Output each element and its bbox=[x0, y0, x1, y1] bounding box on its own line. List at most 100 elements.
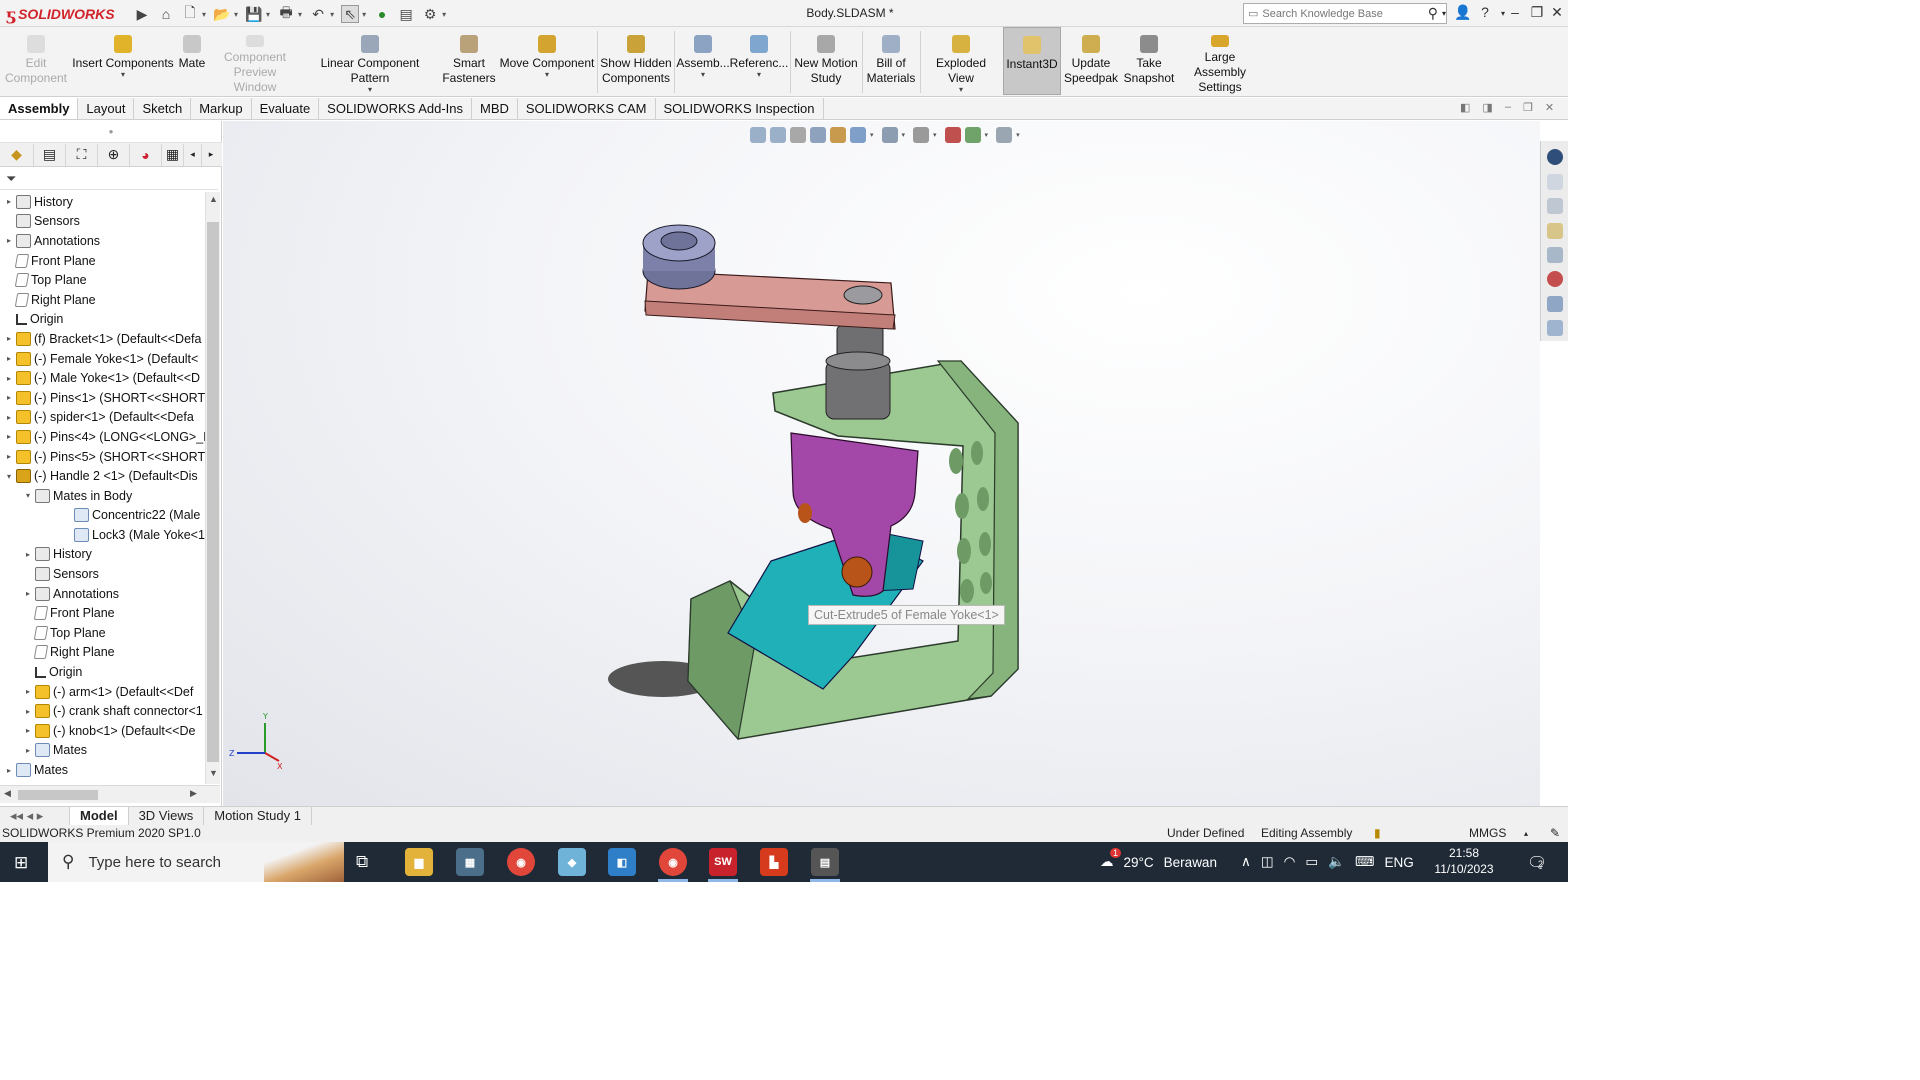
tab-evaluate[interactable]: Evaluate bbox=[252, 98, 320, 119]
tile-left-icon[interactable]: ◧ bbox=[1460, 101, 1470, 114]
notifications-icon[interactable]: 🗨 2 bbox=[1527, 853, 1547, 873]
tree-node[interactable]: ▸ (-) Male Yoke<1> (Default<<D bbox=[0, 368, 205, 388]
exploded-view-button[interactable]: Exploded View ▾ bbox=[922, 27, 1000, 95]
tree-node[interactable]: ▾ (-) Handle 2 <1> (Default<Dis bbox=[0, 466, 205, 486]
home-icon[interactable]: ⌂ bbox=[157, 5, 175, 23]
tree-node[interactable]: Origin bbox=[0, 310, 205, 330]
taskbar-search[interactable]: ⚲ Type here to search bbox=[48, 842, 344, 882]
expand-icon[interactable]: ▸ bbox=[4, 432, 14, 441]
forum-icon[interactable] bbox=[1547, 320, 1563, 336]
tree-node[interactable]: Sensors bbox=[0, 212, 205, 232]
tab-solidworks-cam[interactable]: SOLIDWORKS CAM bbox=[518, 98, 656, 119]
tab-3d-views[interactable]: 3D Views bbox=[129, 807, 205, 825]
chevron-down-icon[interactable]: ▾ bbox=[1442, 9, 1446, 18]
search-icon[interactable]: ⚲ bbox=[1428, 5, 1438, 22]
expand-icon[interactable]: ▸ bbox=[23, 746, 33, 755]
panel-grip[interactable]: ● bbox=[0, 121, 222, 143]
large-assembly-settings-button[interactable]: Large Assembly Settings bbox=[1178, 27, 1262, 95]
flyout-arrow-icon[interactable]: ▶ bbox=[133, 5, 151, 23]
tree-node[interactable]: ▸ (-) crank shaft connector<1 bbox=[0, 701, 205, 721]
tree-node[interactable]: Top Plane bbox=[0, 623, 205, 643]
app-icon[interactable]: ◆ bbox=[558, 848, 586, 876]
graphics-area[interactable]: ▾ ▾ ▾ ▾ ▾ Y X Z Cut-Extrude5 of Female Y… bbox=[223, 121, 1540, 806]
expand-icon[interactable]: ▸ bbox=[23, 550, 33, 559]
print-icon[interactable]: 🖶 bbox=[277, 4, 295, 23]
viewport-minimize-icon[interactable]: – bbox=[1505, 101, 1511, 114]
expand-icon[interactable]: ▸ bbox=[4, 452, 14, 461]
viewport-close-icon[interactable]: ✕ bbox=[1545, 101, 1554, 114]
new-document-icon[interactable]: 🗋 bbox=[181, 4, 199, 23]
rebuild-status-icon[interactable]: ▮ bbox=[1374, 825, 1381, 842]
save-icon[interactable]: 💾 bbox=[245, 5, 263, 23]
chevron-down-icon[interactable]: ▾ bbox=[701, 71, 705, 79]
chevron-down-icon[interactable]: ▾ bbox=[757, 71, 761, 79]
solidworks-resources-icon[interactable] bbox=[1547, 149, 1563, 165]
weather-description[interactable]: Berawan bbox=[1164, 855, 1217, 870]
chevron-down-icon[interactable]: ▾ bbox=[368, 86, 372, 94]
options-gear-icon[interactable]: ⚙ bbox=[421, 5, 439, 23]
expand-icon[interactable]: ▸ bbox=[4, 413, 14, 422]
tree-node[interactable]: ▸ History bbox=[0, 545, 205, 565]
chrome-profile-app-icon[interactable]: ◉ bbox=[659, 848, 687, 876]
scrollbar-thumb[interactable] bbox=[207, 222, 219, 762]
solidworks-app-icon[interactable]: SW bbox=[709, 848, 737, 876]
quick-tips-icon[interactable]: ✎ bbox=[1550, 825, 1560, 842]
expand-icon[interactable]: ▸ bbox=[23, 726, 33, 735]
dimxpert-tab-icon[interactable]: ⊕ bbox=[98, 143, 130, 166]
scroll-right-icon[interactable]: ▶ bbox=[190, 788, 197, 799]
component-preview-button[interactable]: Component Preview Window bbox=[212, 27, 298, 95]
appearances-icon[interactable] bbox=[1547, 271, 1563, 287]
language-indicator[interactable]: ENG bbox=[1384, 855, 1413, 870]
file-explorer-app-icon[interactable]: ▆ bbox=[405, 848, 433, 876]
expand-icon[interactable]: ▸ bbox=[4, 393, 14, 402]
pdf-app-icon[interactable]: ▤ bbox=[811, 848, 839, 876]
configuration-manager-tab-icon[interactable]: ⛶ bbox=[66, 143, 98, 166]
new-motion-study-button[interactable]: New Motion Study bbox=[793, 27, 859, 95]
shaft-part[interactable] bbox=[825, 325, 891, 420]
tree-node[interactable]: Origin bbox=[0, 662, 205, 682]
user-icon[interactable]: 👤 bbox=[1452, 4, 1474, 21]
chrome-app-icon[interactable]: ◉ bbox=[507, 848, 535, 876]
take-snapshot-button[interactable]: Take Snapshot bbox=[1122, 27, 1176, 95]
tree-node[interactable]: Sensors bbox=[0, 564, 205, 584]
calculator-app-icon[interactable]: ▦ bbox=[456, 848, 484, 876]
tree-node[interactable]: Right Plane bbox=[0, 643, 205, 663]
chevron-down-icon[interactable]: ▾ bbox=[362, 10, 366, 19]
taskbar-search-input[interactable]: Type here to search bbox=[88, 854, 221, 871]
tree-node[interactable]: Lock3 (Male Yoke<1 bbox=[0, 525, 205, 545]
scroll-left-icon[interactable]: ◂ bbox=[184, 143, 202, 166]
weather-icon[interactable]: ☁ 1 bbox=[1100, 848, 1122, 870]
chevron-down-icon[interactable]: ▾ bbox=[202, 10, 206, 19]
feature-manager-tab-icon[interactable]: ◆ bbox=[0, 143, 34, 166]
tree-node[interactable]: ▸ Annotations bbox=[0, 231, 205, 251]
expand-icon[interactable]: ▸ bbox=[4, 766, 14, 775]
knob-part[interactable] bbox=[642, 224, 716, 290]
tab-model[interactable]: Model bbox=[70, 807, 129, 825]
tab-sketch[interactable]: Sketch bbox=[134, 98, 192, 119]
outlook-app-icon[interactable]: ◧ bbox=[608, 848, 636, 876]
tile-right-icon[interactable]: ◨ bbox=[1482, 101, 1492, 114]
clock[interactable]: 21:58 11/10/2023 bbox=[1428, 845, 1500, 877]
chevron-up-icon[interactable]: ∧ bbox=[1241, 854, 1251, 870]
custom-properties-icon[interactable] bbox=[1547, 296, 1563, 312]
collapse-icon[interactable]: ▾ bbox=[4, 472, 14, 481]
chevron-down-icon[interactable]: ▾ bbox=[121, 71, 125, 79]
bill-of-materials-button[interactable]: Bill of Materials bbox=[864, 27, 918, 95]
chevron-down-icon[interactable]: ▾ bbox=[442, 10, 446, 19]
tree-node[interactable]: ▸ (f) Bracket<1> (Default<<Defa bbox=[0, 329, 205, 349]
windows-start-icon[interactable]: ⊞ bbox=[14, 853, 28, 873]
chevron-down-icon[interactable]: ▾ bbox=[298, 10, 302, 19]
open-icon[interactable]: 📂 bbox=[213, 5, 231, 23]
units-selector[interactable]: MMGS bbox=[1469, 825, 1506, 842]
file-properties-icon[interactable]: ▤ bbox=[397, 5, 415, 23]
instant3d-button[interactable]: Instant3D bbox=[1003, 27, 1061, 95]
expand-icon[interactable]: ▸ bbox=[4, 354, 14, 363]
search-input[interactable]: Search Knowledge Base bbox=[1262, 8, 1423, 20]
scroll-down-icon[interactable]: ▼ bbox=[209, 768, 218, 778]
rebuild-icon[interactable]: ● bbox=[373, 5, 391, 23]
move-component-button[interactable]: Move Component ▾ bbox=[499, 27, 595, 95]
reference-geometry-button[interactable]: Referenc... ▾ bbox=[730, 27, 788, 95]
expand-icon[interactable]: ▸ bbox=[4, 374, 14, 383]
insert-components-button[interactable]: Insert Components ▾ bbox=[72, 27, 174, 95]
collapse-icon[interactable]: ▾ bbox=[23, 491, 33, 500]
